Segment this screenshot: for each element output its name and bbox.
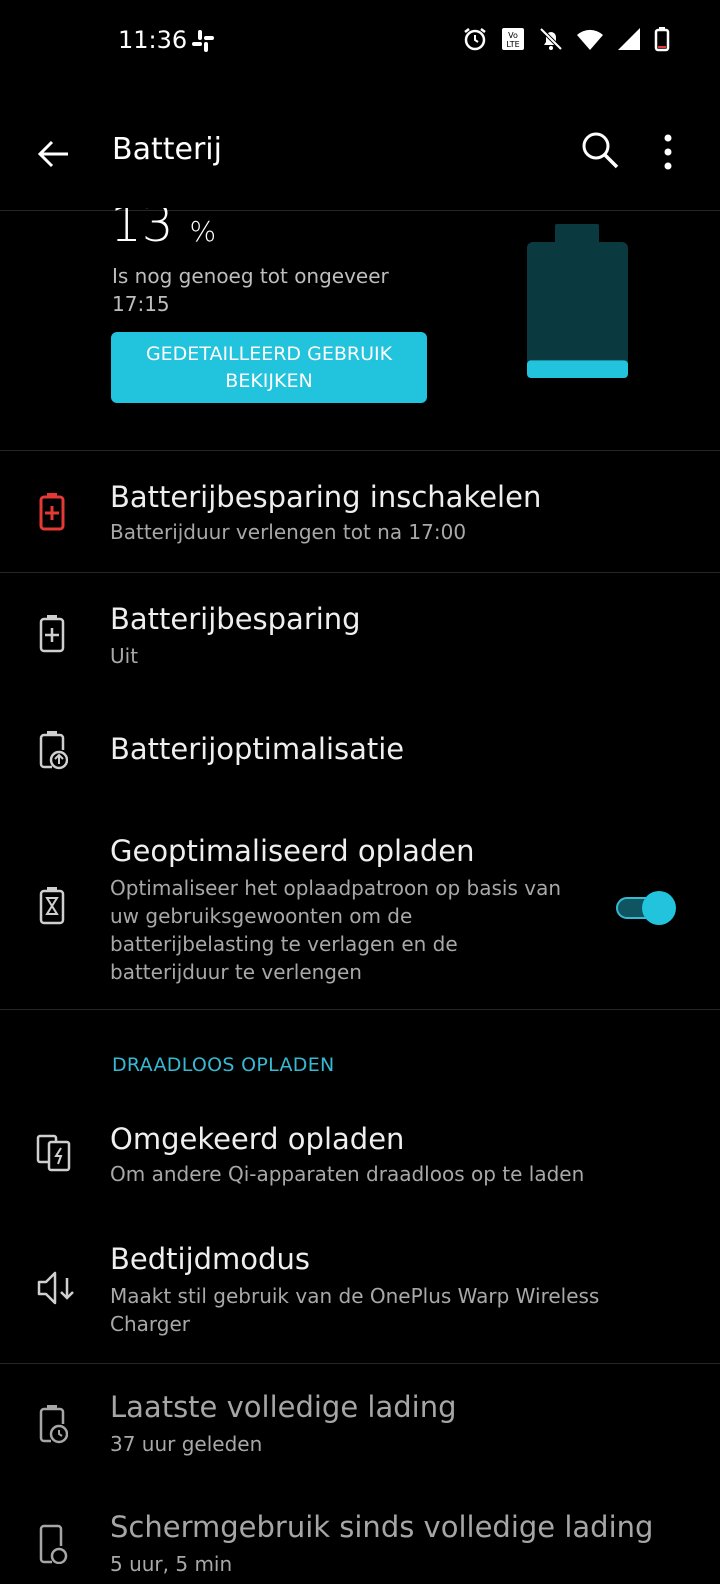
- battery-plus-icon: [39, 615, 65, 653]
- battery-level-unit: %: [189, 215, 217, 245]
- item-subtitle: Maakt stil gebruik van de OnePlus Warp W…: [110, 1284, 600, 1336]
- battery-level-value: 13: [110, 208, 174, 244]
- item-title: Batterijbesparing inschakelen: [110, 480, 542, 514]
- list-item-saver[interactable]: Batterijbesparing Uit: [0, 574, 720, 694]
- list-item-last-full-charge: Laatste volledige lading 37 uur geleden: [0, 1380, 720, 1480]
- optimized-charging-toggle[interactable]: [616, 890, 678, 926]
- item-title: Schermgebruik sinds volledige lading: [110, 1510, 654, 1544]
- list-item-bedtime-mode[interactable]: Bedtijdmodus Maakt stil gebruik van de O…: [0, 1232, 720, 1362]
- divider: [0, 1009, 720, 1010]
- battery-icon: [654, 27, 670, 52]
- status-bar: 11:36 Vo LTE: [0, 0, 720, 80]
- section-header-wireless: DRAADLOOS OPLADEN: [112, 1054, 335, 1076]
- item-title: Batterijbesparing: [110, 602, 361, 636]
- speaker-down-icon: [37, 1271, 74, 1305]
- battery-estimate: Is nog genoeg tot ongeveer 17:15: [112, 264, 389, 316]
- status-time: 11:36: [118, 26, 188, 54]
- item-title: Omgekeerd opladen: [110, 1122, 405, 1156]
- item-subtitle: Uit: [110, 644, 139, 668]
- item-subtitle: Batterijduur verlengen tot na 17:00: [110, 520, 467, 544]
- wifi-icon: [577, 29, 603, 50]
- list-item-screen-usage: Schermgebruik sinds volledige lading 5 u…: [0, 1500, 720, 1584]
- battery-percentage: 13 %: [110, 208, 216, 244]
- divider: [0, 450, 720, 451]
- item-title: Bedtijdmodus: [110, 1242, 310, 1276]
- page-title: Batterij: [112, 132, 222, 167]
- battery-level-graphic: [527, 224, 628, 378]
- slack-icon: [192, 30, 214, 52]
- back-arrow-icon[interactable]: [30, 130, 78, 178]
- svg-text:Vo: Vo: [508, 31, 518, 40]
- battery-plus-red-icon: [39, 493, 65, 531]
- alarm-icon: [464, 28, 486, 51]
- detailed-usage-button[interactable]: GEDETAILLEERD GEBRUIK BEKIJKEN: [111, 332, 427, 403]
- reverse-charging-icon: [36, 1134, 71, 1172]
- list-item-saver-enable[interactable]: Batterijbesparing inschakelen Batterijdu…: [0, 452, 720, 572]
- battery-hourglass-icon: [39, 887, 65, 925]
- phone-usage-icon: [39, 1524, 68, 1564]
- list-item-reverse-charging[interactable]: Omgekeerd opladen Om andere Qi-apparaten…: [0, 1112, 720, 1222]
- status-icons: Vo LTE: [462, 26, 670, 52]
- list-item-optimized-charging[interactable]: Geoptimaliseerd opladen Optimaliseer het…: [0, 820, 720, 1008]
- more-options-icon[interactable]: [650, 128, 698, 176]
- item-title: Batterijoptimalisatie: [110, 732, 405, 766]
- divider: [0, 572, 720, 573]
- signal-icon: [618, 28, 640, 50]
- item-subtitle: 5 uur, 5 min: [110, 1552, 233, 1576]
- list-item-optimization[interactable]: Batterijoptimalisatie: [0, 704, 720, 804]
- divider: [0, 1363, 720, 1364]
- item-subtitle: 37 uur geleden: [110, 1432, 263, 1456]
- battery-clock-icon: [39, 1405, 68, 1444]
- item-subtitle: Optimaliseer het oplaadpatroon op basis …: [110, 876, 562, 984]
- svg-text:LTE: LTE: [506, 40, 519, 49]
- search-icon[interactable]: [576, 128, 624, 176]
- battery-optimize-icon: [39, 731, 68, 770]
- app-bar: Batterij: [0, 100, 720, 211]
- item-title: Geoptimaliseerd opladen: [110, 834, 475, 868]
- volte-icon: VoLTE: [502, 28, 524, 50]
- item-subtitle: Om andere Qi-apparaten draadloos op te l…: [110, 1162, 585, 1186]
- item-title: Laatste volledige lading: [110, 1390, 457, 1424]
- notifications-off-icon: [539, 27, 563, 51]
